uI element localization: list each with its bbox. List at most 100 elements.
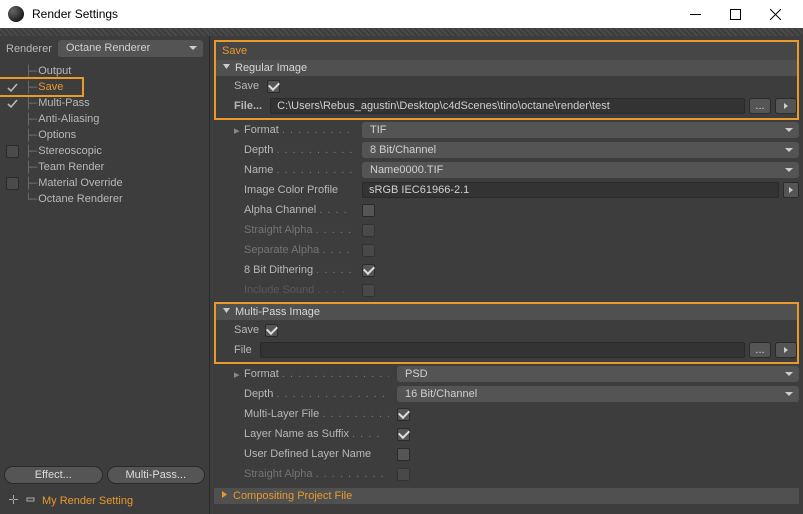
button-label: Multi-Pass... [125, 469, 186, 481]
tree-item-stereoscopic[interactable]: ├─ Stereoscopic [0, 143, 209, 159]
settings-tree: ├─ Output ├─ Save ├─ Multi-Pass ├─ Anti-… [0, 61, 209, 462]
mp-file-label: File [234, 344, 252, 356]
file-path-value: C:\Users\Rebus_agustin\Desktop\c4dScenes… [277, 100, 610, 112]
mp-straight-alpha-checkbox [397, 468, 410, 481]
format-label: Format . . . . . . . . . . [244, 124, 354, 136]
multipass-highlight: Multi-Pass Image Save File ... [214, 302, 799, 364]
multi-pass-button[interactable]: Multi-Pass... [107, 466, 206, 484]
renderer-dropdown[interactable]: Octane Renderer [58, 40, 203, 57]
tree-item-multi-pass[interactable]: ├─ Multi-Pass [0, 95, 209, 111]
sub-arrow-icon: ▸ [234, 124, 244, 137]
grip-bar[interactable] [0, 28, 803, 36]
render-setting-row[interactable]: My Render Setting [4, 492, 205, 510]
save-label: Save [234, 80, 259, 92]
chevron-down-icon [222, 62, 231, 74]
mp-file-input[interactable] [260, 342, 745, 358]
sub-arrow-icon: ▸ [234, 368, 244, 381]
mp-multilayer-checkbox[interactable] [397, 408, 410, 421]
tree-item-team-render[interactable]: ├─ Team Render [0, 159, 209, 175]
checkbox-checked-icon[interactable] [6, 97, 19, 110]
sound-checkbox [362, 284, 375, 297]
section-compositing[interactable]: Compositing Project File [214, 488, 799, 504]
tree-item-save[interactable]: ├─ Save [0, 79, 209, 95]
separate-alpha-label: Separate Alpha . . . . [244, 244, 354, 256]
icp-next-button[interactable] [783, 182, 799, 198]
renderer-label: Renderer [6, 43, 52, 55]
save-checkbox[interactable] [267, 80, 280, 93]
mp-depth-select[interactable]: 16 Bit/Channel [397, 386, 799, 402]
settings-panel: Save Regular Image Save File... C:\Users… [210, 36, 803, 514]
mp-multilayer-label: Multi-Layer File . . . . . . . . . [244, 408, 389, 420]
checkbox-unchecked[interactable] [6, 177, 19, 190]
tree-label: Stereoscopic [38, 145, 102, 157]
file-path-input[interactable]: C:\Users\Rebus_agustin\Desktop\c4dScenes… [270, 98, 745, 114]
mp-layersuffix-label: Layer Name as Suffix . . . . [244, 428, 389, 440]
tree-label: Multi-Pass [38, 97, 89, 109]
mp-userlayer-checkbox[interactable] [397, 448, 410, 461]
separate-alpha-checkbox [362, 244, 375, 257]
depth-label: Depth . . . . . . . . . . . [244, 144, 354, 156]
mp-format-label: Format . . . . . . . . . . . . . . . [244, 368, 389, 380]
mp-next-button[interactable] [775, 342, 797, 358]
tree-label: Options [38, 129, 76, 141]
mp-save-checkbox[interactable] [265, 324, 278, 337]
mp-format-select[interactable]: PSD [397, 366, 799, 382]
mp-depth-label: Depth . . . . . . . . . . . . . . . . [244, 388, 389, 400]
browse-button[interactable]: ... [749, 98, 771, 114]
tree-label: Team Render [38, 161, 104, 173]
maximize-button[interactable] [715, 0, 755, 28]
tree-item-octane-renderer[interactable]: └─ Octane Renderer [0, 191, 209, 207]
section-regular-image[interactable]: Regular Image [216, 60, 797, 76]
mp-straight-alpha-label: Straight Alpha . . . . . . . . . . [244, 468, 389, 480]
checkbox-placeholder [6, 65, 19, 78]
tree-item-options[interactable]: ├─ Options [0, 127, 209, 143]
next-button[interactable] [775, 98, 797, 114]
collapse-icon[interactable] [25, 494, 36, 508]
file-label: File... [234, 100, 262, 112]
titlebar: Render Settings [0, 0, 803, 28]
chevron-right-icon [220, 490, 229, 502]
chevron-down-icon [222, 306, 231, 318]
tree-label: Save [38, 81, 63, 93]
regular-image-highlight: Save Regular Image Save File... C:\Users… [214, 40, 799, 120]
sound-label: Include Sound . . . . [244, 284, 354, 296]
straight-alpha-label: Straight Alpha . . . . . [244, 224, 354, 236]
depth-select[interactable]: 8 Bit/Channel [362, 142, 799, 158]
mp-browse-button[interactable]: ... [749, 342, 771, 358]
alpha-label: Alpha Channel . . . . [244, 204, 354, 216]
mp-layersuffix-checkbox[interactable] [397, 428, 410, 441]
sidebar: Renderer Octane Renderer ├─ Output ├─ Sa… [0, 36, 210, 514]
checkbox-unchecked[interactable] [6, 145, 19, 158]
window-title: Render Settings [32, 7, 675, 21]
renderer-value: Octane Renderer [66, 42, 150, 54]
render-setting-name: My Render Setting [42, 495, 133, 507]
dither-checkbox[interactable] [362, 264, 375, 277]
app-icon [8, 6, 24, 22]
dither-label: 8 Bit Dithering . . . . . [244, 264, 354, 276]
section-label: Regular Image [235, 62, 307, 74]
section-multipass-image[interactable]: Multi-Pass Image [216, 304, 797, 320]
tree-label: Anti-Aliasing [38, 113, 99, 125]
alpha-checkbox[interactable] [362, 204, 375, 217]
expand-icon[interactable] [8, 494, 19, 508]
tree-label: Output [38, 65, 71, 77]
section-label: Compositing Project File [233, 490, 352, 502]
tree-item-material-override[interactable]: ├─ Material Override [0, 175, 209, 191]
close-button[interactable] [755, 0, 795, 28]
tree-label: Material Override [38, 177, 122, 189]
tree-item-anti-aliasing[interactable]: ├─ Anti-Aliasing [0, 111, 209, 127]
mp-save-label: Save [234, 324, 259, 336]
checkbox-checked-icon[interactable] [6, 81, 19, 94]
format-select[interactable]: TIF [362, 122, 799, 138]
minimize-button[interactable] [675, 0, 715, 28]
mp-userlayer-label: User Defined Layer Name [244, 448, 389, 460]
name-label: Name . . . . . . . . . . . [244, 164, 354, 176]
panel-title: Save [216, 42, 797, 60]
effect-button[interactable]: Effect... [4, 466, 103, 484]
name-select[interactable]: Name0000.TIF [362, 162, 799, 178]
straight-alpha-checkbox [362, 224, 375, 237]
tree-item-output[interactable]: ├─ Output [0, 63, 209, 79]
button-label: Effect... [35, 469, 72, 481]
section-label: Multi-Pass Image [235, 306, 320, 318]
icp-field[interactable]: sRGB IEC61966-2.1 [362, 182, 779, 198]
